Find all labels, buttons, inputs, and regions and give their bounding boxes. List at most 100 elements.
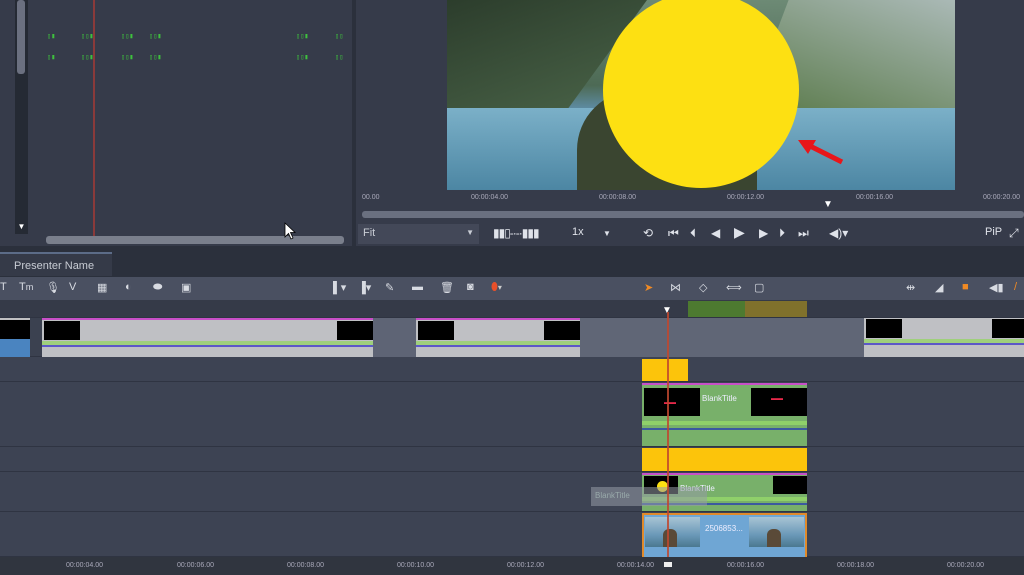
gap <box>373 318 416 357</box>
marker: ▯▯ <box>335 53 344 61</box>
shuttle-icon[interactable]: ▮▮▯-·-·▮▮▮ <box>493 226 540 240</box>
ruler-tick: 00:00:08.00 <box>287 562 324 569</box>
chevron-down-icon: ▼ <box>466 228 474 237</box>
marker-in-icon[interactable]: ▌▾ <box>333 281 346 294</box>
marker: ▯▯▮ <box>121 53 134 61</box>
loop-icon[interactable]: ⟲ <box>643 226 653 240</box>
marker: ▯▯▮ <box>81 53 94 61</box>
marker-icon[interactable]: ⬮▾ <box>491 281 502 294</box>
ruler-tick: 00:00:04.00 <box>66 562 103 569</box>
slip-icon[interactable]: ◇ <box>699 281 707 294</box>
timeline-area: ▼ ▬▬ ▬▬ BlankTitle BlankTitle BlankTitle <box>0 300 1024 557</box>
step-forward-icon[interactable]: ▶ <box>759 226 768 240</box>
track-4 <box>0 447 1024 472</box>
clip[interactable] <box>0 318 30 357</box>
marker: ▯▯▮ <box>149 53 162 61</box>
link-icon[interactable]: ⬬ <box>153 281 162 294</box>
yellow-circle-overlay <box>603 0 799 188</box>
tab-label: Presenter Name <box>14 260 95 272</box>
tab-presenter-name[interactable]: Presenter Name <box>0 252 112 276</box>
video-thumbnail <box>749 517 804 547</box>
clip-label: BlankTitle <box>702 394 737 403</box>
clip[interactable] <box>416 318 580 357</box>
red-arrow-icon <box>798 140 844 165</box>
level-icon[interactable]: ◢ <box>935 281 943 294</box>
gap <box>580 318 864 357</box>
video-thumbnail <box>645 517 700 547</box>
marker-out-icon[interactable]: ▐▾ <box>358 281 371 294</box>
marker: ▯▯▮ <box>296 32 309 40</box>
marker: ▯▮ <box>47 32 56 40</box>
image-icon[interactable]: ▣ <box>181 281 191 294</box>
fullscreen-icon[interactable]: ⤢ <box>1009 226 1019 241</box>
playhead-marker-icon[interactable] <box>664 562 672 567</box>
speed-select[interactable]: 1x <box>572 226 584 238</box>
film-icon[interactable]: ▬ <box>412 281 423 293</box>
marker: ▯▯▮ <box>149 32 162 40</box>
fit-value: Fit <box>363 227 376 239</box>
scrub-bar[interactable] <box>362 211 1024 218</box>
track-3: ▬▬ ▬▬ BlankTitle <box>0 382 1024 447</box>
scrubber-handle-icon[interactable]: ▼ <box>823 200 835 210</box>
tool-icon[interactable]: / <box>1014 281 1017 293</box>
ruler-tick: 00:00:14.00 <box>617 562 654 569</box>
ruler-tick: 00.00 <box>362 194 380 201</box>
volume-icon[interactable]: ◀)▾ <box>829 226 848 240</box>
ruler-tick: 00:00:12.00 <box>727 194 764 201</box>
clip[interactable] <box>864 318 1024 357</box>
ruler-tick: 00:00:08.00 <box>599 194 636 201</box>
edit-icon[interactable]: ✎ <box>385 281 394 294</box>
split-icon[interactable]: V <box>69 281 76 293</box>
track-5: BlankTitle BlankTitle <box>0 472 1024 512</box>
play-icon[interactable]: ▶ <box>734 224 745 241</box>
ruler-tick: 00:00:20.00 <box>947 562 984 569</box>
playhead-line[interactable] <box>667 312 669 562</box>
stretch-icon[interactable]: ⟺ <box>726 281 742 294</box>
skip-start-icon[interactable]: ⏮ <box>668 226 679 241</box>
marker: ▯▯▮ <box>121 32 134 40</box>
mic-icon[interactable]: 🎙︎ <box>46 281 60 294</box>
marker: ▯▯ <box>335 32 344 40</box>
title-icon[interactable]: T <box>0 281 7 293</box>
pointer-icon[interactable]: ➤ <box>644 281 653 294</box>
drag-tooltip: BlankTitle <box>591 487 707 506</box>
tab-bar <box>0 250 1024 276</box>
chevron-down-icon[interactable]: ▼ <box>603 229 611 238</box>
title-small-icon[interactable]: Tm <box>19 281 33 293</box>
magnet-icon[interactable]: ■ <box>962 281 969 293</box>
marker: ▯▮ <box>47 53 56 61</box>
color-icon[interactable]: ◐ <box>125 281 132 293</box>
skip-end-icon[interactable]: ⏭ <box>798 226 809 241</box>
audio-icon[interactable]: ◀▮ <box>989 281 1004 294</box>
crop-icon[interactable]: ▢ <box>754 281 764 294</box>
library-panel: ▼ ▯▮ ▯▯▮ ▯▯▮ ▯▯▮ ▯▯▮ ▯▯ ▯▮ ▯▯▮ ▯▯▮ ▯▯▮ ▯… <box>0 0 352 246</box>
trim-icon[interactable]: ⋈ <box>670 281 681 294</box>
ripple-icon[interactable]: ⇹ <box>906 281 915 294</box>
ruler-tick: 00:00:04.00 <box>471 194 508 201</box>
scroll-down-icon[interactable]: ▼ <box>15 222 28 234</box>
scrollbar-thumb[interactable] <box>17 0 25 74</box>
horizontal-scrollbar[interactable] <box>46 236 344 244</box>
timeline-ruler[interactable]: 00:00:04.00 00:00:06.00 00:00:08.00 00:0… <box>0 557 1024 575</box>
ruler-tick: 00:00:20.00 <box>983 194 1020 201</box>
grid-icon[interactable]: ▦ <box>97 281 107 294</box>
next-frame-icon[interactable]: ⏵ <box>779 226 785 241</box>
timeline-toolbar: T Tm 🎙︎ V ▦ ◐ ⬬ ▣ ▌▾ ▐▾ ✎ ▬ 🗑︎ ◙ ⬮▾ ➤ ⋈ … <box>0 277 1024 300</box>
marker: ▯▯▮ <box>296 53 309 61</box>
yellow-clip[interactable] <box>642 359 688 381</box>
snapshot-icon[interactable]: ◙ <box>467 281 474 293</box>
zoom-fit-select[interactable]: Fit ▼ <box>358 224 479 244</box>
ruler-tick: 00:00:16.00 <box>856 194 893 201</box>
preview-ruler[interactable]: 00.00 00:00:04.00 00:00:08.00 00:00:12.0… <box>360 192 1024 210</box>
pip-button[interactable]: PiP <box>985 226 1002 238</box>
marker: ▯▯▮ <box>81 32 94 40</box>
clip[interactable] <box>42 318 373 357</box>
ruler-tick: 00:00:16.00 <box>727 562 764 569</box>
range-marker-olive <box>745 301 807 317</box>
ruler-tick: 00:00:06.00 <box>177 562 214 569</box>
step-back-icon[interactable]: ◀ <box>711 226 720 240</box>
prev-frame-icon[interactable]: ⏴ <box>690 226 696 241</box>
track-1 <box>0 318 1024 357</box>
range-marker-green <box>688 301 745 317</box>
trash-icon[interactable]: 🗑︎ <box>440 281 454 294</box>
